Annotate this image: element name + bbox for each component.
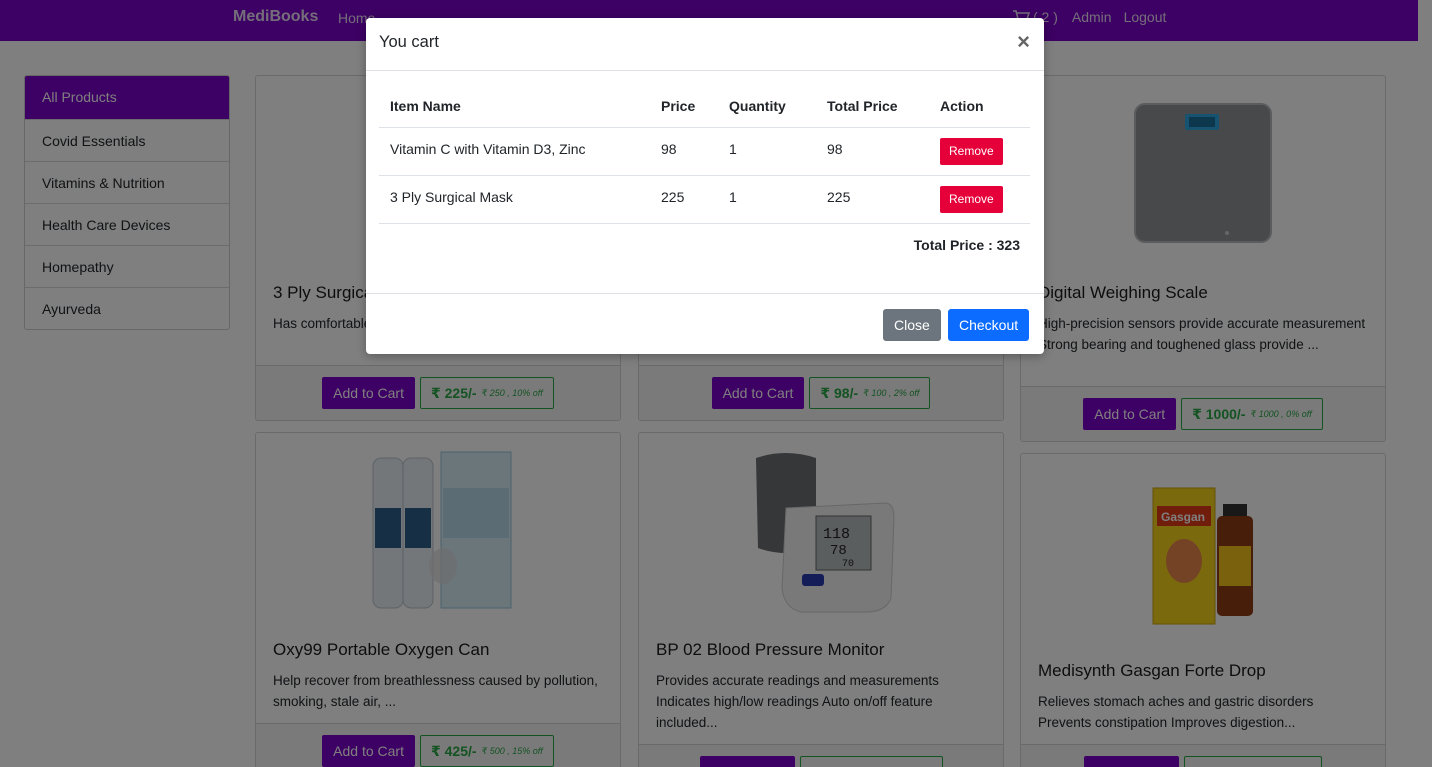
item-name: 3 Ply Surgical Mask: [379, 175, 650, 224]
modal-title: You cart: [379, 33, 439, 51]
remove-button[interactable]: Remove: [940, 137, 1003, 165]
table-row: Vitamin C with Vitamin D3, Zinc 98 1 98 …: [379, 127, 1030, 176]
table-header-row: Item Name Price Quantity Total Price Act…: [379, 86, 1030, 128]
item-name: Vitamin C with Vitamin D3, Zinc: [379, 127, 650, 176]
column-header-price: Price: [650, 86, 718, 128]
column-header-item-name: Item Name: [379, 86, 650, 128]
item-price: 98: [650, 127, 718, 176]
table-row: 3 Ply Surgical Mask 225 1 225 Remove: [379, 175, 1030, 224]
cart-modal: You cart × Item Name Price Quantity Tota…: [366, 18, 1044, 354]
item-quantity: 1: [718, 127, 816, 176]
modal-footer: Close Checkout: [366, 293, 1044, 354]
column-header-total-price: Total Price: [816, 86, 929, 128]
modal-header: You cart ×: [366, 18, 1044, 71]
column-header-action: Action: [929, 86, 1030, 128]
item-total: 225: [816, 175, 929, 224]
item-quantity: 1: [718, 175, 816, 224]
cart-table: Item Name Price Quantity Total Price Act…: [379, 86, 1030, 224]
cart-total: Total Price : 323: [913, 237, 1020, 253]
close-button[interactable]: Close: [883, 309, 941, 341]
item-price: 225: [650, 175, 718, 224]
checkout-button[interactable]: Checkout: [948, 309, 1030, 341]
close-icon[interactable]: ×: [1017, 31, 1030, 53]
item-total: 98: [816, 127, 929, 176]
column-header-quantity: Quantity: [718, 86, 816, 128]
remove-button[interactable]: Remove: [940, 185, 1003, 213]
